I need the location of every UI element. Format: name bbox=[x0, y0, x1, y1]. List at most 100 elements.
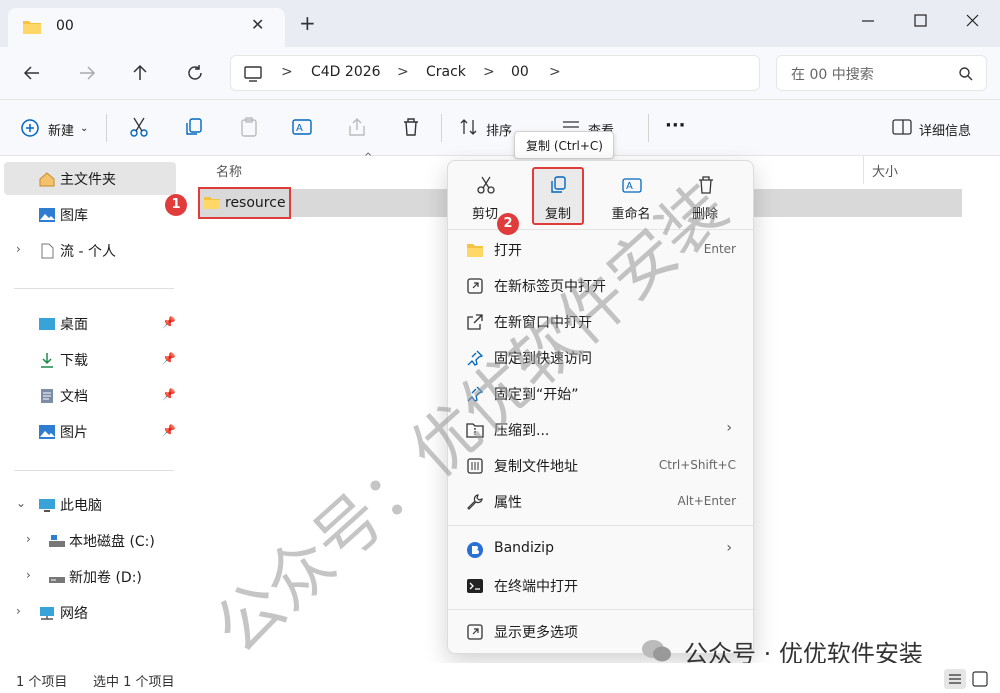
paste-icon[interactable] bbox=[238, 116, 260, 140]
sidebar-item-drive-c[interactable]: › 本地磁盘 (C:) bbox=[4, 524, 176, 557]
menu-item-properties[interactable]: 属性 Alt+Enter bbox=[454, 484, 748, 520]
up-icon[interactable] bbox=[128, 61, 152, 85]
sidebar-item-documents[interactable]: 文档 📌 bbox=[4, 379, 176, 412]
terminal-icon bbox=[467, 579, 483, 593]
this-pc-icon bbox=[39, 499, 55, 512]
search-icon bbox=[959, 67, 973, 81]
sidebar-item-network[interactable]: › 网络 bbox=[4, 596, 176, 629]
sidebar-item-home[interactable]: 主文件夹 bbox=[4, 162, 176, 195]
menu-divider bbox=[448, 525, 753, 526]
tab-title: 00 bbox=[56, 18, 74, 34]
column-header-name[interactable]: 名称 bbox=[216, 161, 242, 180]
sidebar-item-pictures[interactable]: 图片 📌 bbox=[4, 415, 176, 448]
toolbar-divider bbox=[648, 114, 649, 142]
download-icon bbox=[41, 353, 53, 368]
column-header-size[interactable]: 大小 bbox=[872, 161, 898, 180]
menu-item-label: 复制文件地址 bbox=[494, 459, 578, 475]
refresh-icon[interactable] bbox=[183, 61, 207, 85]
submenu-arrow-icon: › bbox=[726, 540, 732, 556]
tooltip: 复制 (Ctrl+C) bbox=[514, 131, 614, 159]
status-bar: 1 个项目 选中 1 个项目 bbox=[0, 663, 1000, 693]
sidebar-label: 下载 bbox=[60, 353, 88, 369]
sidebar-item-downloads[interactable]: 下载 📌 bbox=[4, 343, 176, 376]
pin-icon[interactable]: 📌 bbox=[162, 316, 176, 329]
more-options-icon bbox=[467, 624, 483, 640]
quick-action-label: 复制 bbox=[544, 207, 571, 222]
copy-icon[interactable] bbox=[183, 116, 205, 140]
sidebar-label: 文档 bbox=[60, 389, 88, 405]
address-bar[interactable]: > C4D 2026 > Crack > 00 > bbox=[230, 55, 760, 91]
sort-button[interactable]: 排序 bbox=[486, 120, 512, 139]
search-input[interactable]: 在 00 中搜索 bbox=[776, 55, 987, 91]
file-name[interactable]: resource bbox=[225, 195, 286, 211]
menu-item-label: 打开 bbox=[494, 243, 522, 259]
menu-divider bbox=[448, 609, 753, 610]
cut-icon[interactable] bbox=[128, 116, 150, 140]
sidebar-item-desktop[interactable]: 桌面 📌 bbox=[4, 307, 176, 340]
sidebar-label: 新加卷 (D:) bbox=[69, 570, 142, 586]
svg-text:A: A bbox=[296, 123, 303, 134]
new-tab-icon bbox=[467, 278, 483, 294]
rename-icon[interactable]: A bbox=[291, 116, 313, 140]
menu-item-bandizip[interactable]: Bandizip › bbox=[454, 532, 748, 568]
close-window-icon[interactable] bbox=[960, 10, 984, 32]
rename-icon: A bbox=[622, 178, 642, 193]
new-tab-button[interactable]: + bbox=[299, 13, 316, 33]
sort-icon[interactable] bbox=[458, 116, 480, 140]
breadcrumb-separator: > bbox=[281, 64, 293, 80]
navigation-bar: > C4D 2026 > Crack > 00 > 在 00 中搜索 bbox=[0, 47, 1000, 100]
details-view-icon[interactable] bbox=[944, 669, 966, 689]
sidebar-item-this-pc[interactable]: ⌄ 此电脑 bbox=[4, 488, 176, 521]
copy-button[interactable]: 复制 bbox=[523, 169, 593, 225]
pictures-icon bbox=[39, 425, 55, 439]
command-bar: 新建 ⌄ A 排序 查看 ··· 详细信息 bbox=[0, 100, 1000, 156]
delete-icon[interactable] bbox=[400, 116, 422, 140]
menu-item-open-terminal[interactable]: 在终端中打开 bbox=[454, 568, 748, 604]
navigation-pane: 主文件夹 图库 › 流 - 个人 桌面 📌 下载 📌 文档 📌 图片 📌 ⌄ 此… bbox=[0, 156, 190, 663]
close-tab-icon[interactable]: ✕ bbox=[251, 15, 264, 34]
pin-icon[interactable]: 📌 bbox=[162, 388, 176, 401]
gallery-icon bbox=[39, 208, 55, 222]
sidebar-label: 主文件夹 bbox=[60, 172, 116, 188]
details-pane-icon[interactable] bbox=[892, 118, 912, 142]
drive-icon bbox=[49, 577, 65, 583]
new-icon[interactable] bbox=[20, 118, 40, 142]
tab-00[interactable]: 00 ✕ bbox=[8, 8, 285, 47]
breadcrumb-00[interactable]: 00 bbox=[511, 64, 529, 80]
collapse-icon[interactable]: ⌄ bbox=[16, 496, 26, 510]
folder-icon bbox=[204, 197, 220, 209]
breadcrumb-separator: > bbox=[397, 64, 409, 80]
more-options-button[interactable]: ··· bbox=[665, 115, 686, 136]
tiles-view-icon[interactable] bbox=[972, 671, 988, 687]
sidebar-label: 桌面 bbox=[60, 317, 88, 333]
back-icon[interactable] bbox=[20, 61, 44, 85]
toolbar-divider bbox=[441, 114, 442, 142]
expand-icon[interactable]: › bbox=[16, 242, 21, 256]
breadcrumb-c4d-2026[interactable]: C4D 2026 bbox=[311, 64, 381, 80]
breadcrumb-crack[interactable]: Crack bbox=[426, 64, 466, 80]
sidebar-item-personal[interactable]: › 流 - 个人 bbox=[4, 234, 176, 267]
forward-icon[interactable] bbox=[75, 61, 99, 85]
expand-icon[interactable]: › bbox=[16, 604, 21, 618]
scissors-icon bbox=[477, 176, 495, 194]
folder-icon bbox=[23, 21, 41, 34]
new-button[interactable]: 新建 bbox=[48, 120, 74, 139]
document-icon bbox=[41, 243, 54, 259]
sidebar-item-gallery[interactable]: 图库 bbox=[4, 198, 176, 231]
maximize-icon[interactable] bbox=[908, 10, 932, 32]
details-button[interactable]: 详细信息 bbox=[919, 120, 971, 139]
sidebar-label: 流 - 个人 bbox=[60, 244, 116, 260]
expand-icon[interactable]: › bbox=[26, 568, 31, 582]
menu-item-copy-path[interactable]: 复制文件地址 Ctrl+Shift+C bbox=[454, 448, 748, 484]
selection-count: 选中 1 个项目 bbox=[93, 675, 175, 690]
pin-icon[interactable]: 📌 bbox=[162, 352, 176, 365]
sidebar-item-drive-d[interactable]: › 新加卷 (D:) bbox=[4, 560, 176, 593]
minimize-icon[interactable] bbox=[856, 10, 880, 32]
share-icon[interactable] bbox=[346, 116, 368, 140]
step-badge-1: 1 bbox=[165, 194, 187, 216]
pin-icon[interactable]: 📌 bbox=[162, 424, 176, 437]
breadcrumb-separator: > bbox=[483, 64, 495, 80]
expand-icon[interactable]: › bbox=[26, 532, 31, 546]
menu-item-shortcut: Alt+Enter bbox=[677, 494, 736, 508]
menu-item-label: 显示更多选项 bbox=[494, 625, 578, 641]
